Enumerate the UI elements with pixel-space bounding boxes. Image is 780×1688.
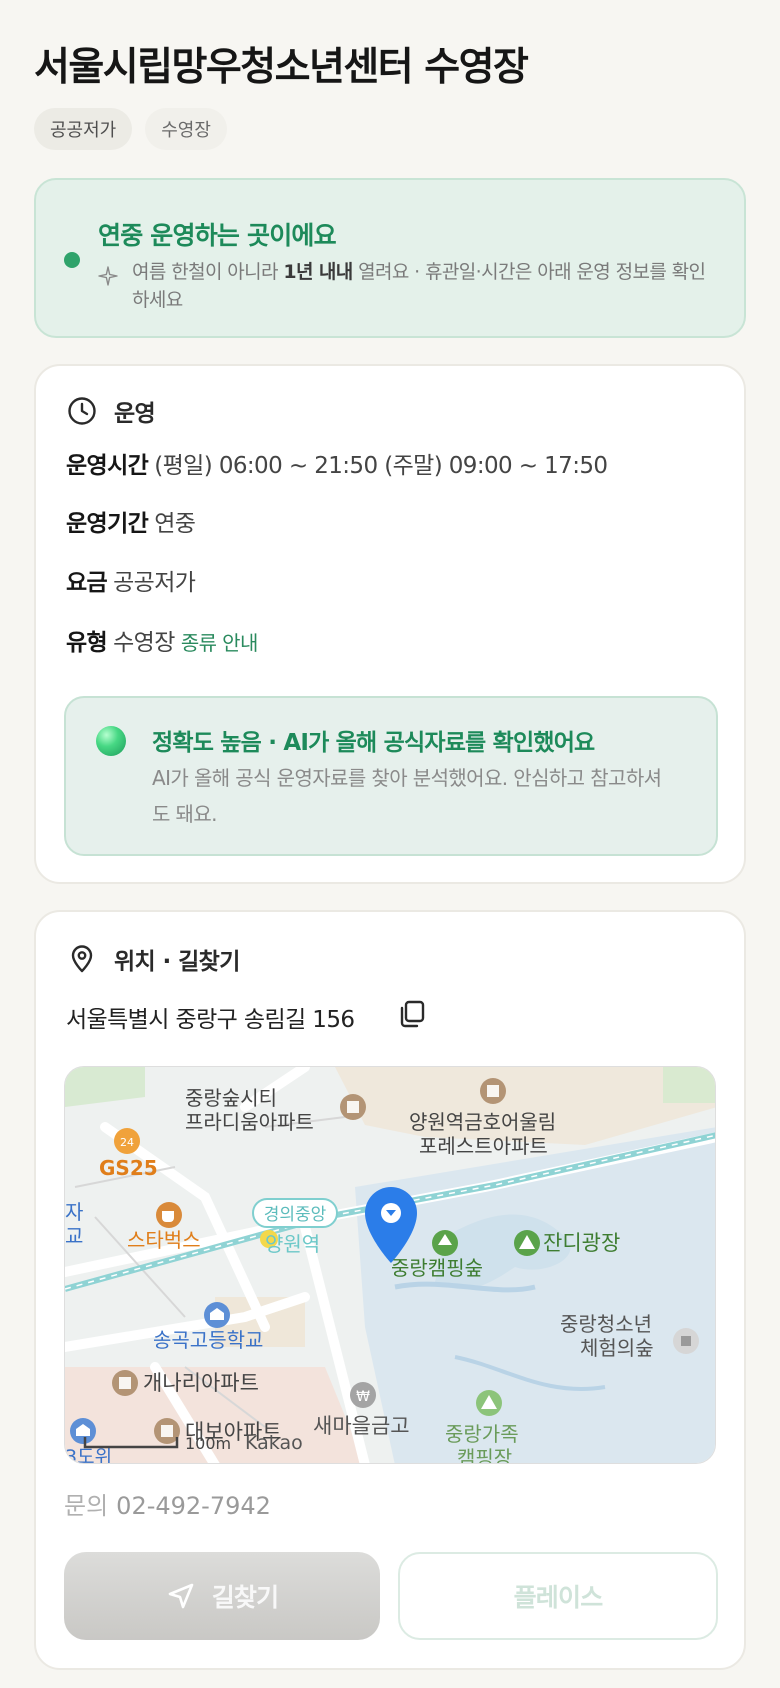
inquiry-phone[interactable]: 02-492-7942 (116, 1492, 271, 1520)
map-tree-icon (432, 1230, 458, 1256)
operation-heading: 운영 (114, 401, 156, 427)
inquiry-line: 문의 02-492-7942 (64, 1486, 271, 1521)
type-row: 유형 수영장 종류 안내 (66, 623, 258, 657)
map-apartment-poi-icon (480, 1078, 506, 1104)
period-row: 운영기간 연중 (66, 504, 196, 538)
directions-button[interactable]: 길찾기 (64, 1552, 380, 1640)
map-brand-logo: Kakao (245, 1432, 303, 1454)
tag-price[interactable]: 공공저가 (34, 108, 133, 150)
location-card: 위치 · 길찾기 서울특별시 중랑구 송림길 156 중랑숲시티 프라디움아파트… (34, 910, 746, 1670)
fee-value: 공공저가 (113, 570, 196, 596)
ai-note-description: AI가 올해 공식 운영자료를 찾아 분석했어요. 안심하고 참고하셔도 돼요. (152, 766, 662, 826)
map-label-starbucks: 스타벅스 (127, 1228, 201, 1252)
type-guide-link[interactable]: 종류 안내 (181, 631, 259, 655)
map-label-school: 송곡고등학교 (153, 1328, 263, 1352)
map-label-gs25: GS25 (99, 1156, 158, 1180)
map-label-family-line1: 중랑가족 (445, 1422, 519, 1446)
banner-desc-pre: 여름 한철이 아니라 (132, 261, 284, 283)
map-label-apt2-line1: 양원역금호어울림 (409, 1110, 556, 1134)
map-bank-icon: ₩ (350, 1382, 376, 1408)
map-scale-label: 100m (185, 1434, 231, 1453)
navigation-arrow-icon (168, 1583, 193, 1609)
map-label-apt1-line1: 중랑숲시티 (185, 1086, 277, 1110)
fee-key: 요금 (66, 570, 108, 596)
type-value: 수영장 (113, 630, 175, 656)
sparkle-icon (98, 266, 118, 286)
clock-icon (68, 397, 96, 425)
map-label-bank: 새마을금고 (313, 1414, 410, 1438)
year-round-banner: 연중 운영하는 곳이에요 여름 한철이 아니라 1년 내내 열려요 · 휴관일·… (34, 178, 746, 338)
inquiry-label: 문의 (64, 1492, 109, 1520)
location-header: 위치 · 길찾기 (66, 942, 240, 976)
location-map[interactable]: 중랑숲시티 프라디움아파트 양원역금호어울림 포레스트아파트 24 GS25 스… (64, 1066, 716, 1464)
location-heading: 위치 · 길찾기 (114, 949, 240, 975)
status-dot-icon (64, 252, 80, 268)
map-cafe-icon (156, 1202, 182, 1228)
map-label-left-bottom: 3도위 (65, 1446, 112, 1464)
map-label-left-edge-line2: 교 (65, 1224, 83, 1248)
place-button[interactable]: 플레이스 (398, 1552, 718, 1640)
copy-icon[interactable] (396, 998, 428, 1030)
banner-description: 여름 한철이 아니라 1년 내내 열려요 · 휴관일·시간은 아래 운영 정보를… (132, 258, 722, 314)
hours-row: 운영시간 (평일) 06:00 ~ 21:50 (주말) 09:00 ~ 17:5… (66, 446, 608, 480)
map-school-icon (204, 1302, 230, 1328)
map-school-icon (70, 1418, 96, 1444)
operation-header: 운영 (66, 394, 156, 428)
map-convenience-store-icon: 24 (114, 1128, 140, 1154)
map-camp-icon (476, 1390, 502, 1416)
page-title: 서울시립망우청소년센터 수영장 (34, 45, 529, 90)
ai-orb-icon (96, 726, 126, 756)
map-label-apt2-line2: 포레스트아파트 (419, 1134, 548, 1158)
map-pin-icon (71, 945, 93, 973)
page: 서울시립망우청소년센터 수영장 공공저가 수영장 연중 운영하는 곳이에요 여름… (0, 0, 780, 1688)
map-label-camping: 중랑캠핑숲 (391, 1256, 483, 1280)
operation-card: 운영 운영시간 (평일) 06:00 ~ 21:50 (주말) 09:00 ~ 1… (34, 364, 746, 884)
tag-list: 공공저가 수영장 (34, 108, 227, 150)
svg-text:₩: ₩ (356, 1389, 370, 1405)
hours-key: 운영시간 (66, 453, 149, 479)
map-label-line-name: 경의중앙 (264, 1205, 327, 1225)
map-label-experience-line1: 중랑청소년 (560, 1312, 652, 1336)
directions-button-label: 길찾기 (211, 1583, 279, 1612)
address-text: 서울특별시 중랑구 송림길 156 (66, 1007, 355, 1033)
map-label-lawn: 잔디광장 (543, 1231, 620, 1255)
map-label-apt3: 개나리아파트 (143, 1371, 259, 1395)
fee-row: 요금 공공저가 (66, 563, 196, 597)
map-apartment-poi-icon (340, 1094, 366, 1120)
period-value: 연중 (154, 511, 196, 537)
period-key: 운영기간 (66, 511, 149, 537)
tag-category[interactable]: 수영장 (145, 108, 227, 150)
map-facility-icon (673, 1328, 699, 1354)
map-label-experience-line2: 체험의숲 (580, 1336, 654, 1360)
map-label-family-line2: 캠핑장 (457, 1446, 512, 1464)
map-label-apt1-line2: 프라디움아파트 (185, 1110, 314, 1134)
map-camp-icon (514, 1230, 540, 1256)
map-label-left-edge-line1: 자 (65, 1200, 83, 1224)
banner-desc-bold: 1년 내내 (283, 261, 353, 283)
map-store-badge: 24 (120, 1136, 134, 1149)
hours-value: (평일) 06:00 ~ 21:50 (주말) 09:00 ~ 17:50 (154, 453, 608, 479)
ai-accuracy-note: 정확도 높음 · AI가 올해 공식자료를 확인했어요 AI가 올해 공식 운영… (64, 696, 718, 856)
banner-heading: 연중 운영하는 곳이에요 (98, 221, 337, 250)
ai-note-title: 정확도 높음 · AI가 올해 공식자료를 확인했어요 (152, 730, 595, 756)
map-label-station: 양원역 (265, 1232, 320, 1256)
type-key: 유형 (66, 630, 108, 656)
map-apartment-poi-icon (112, 1370, 138, 1396)
place-button-label: 플레이스 (513, 1583, 604, 1612)
